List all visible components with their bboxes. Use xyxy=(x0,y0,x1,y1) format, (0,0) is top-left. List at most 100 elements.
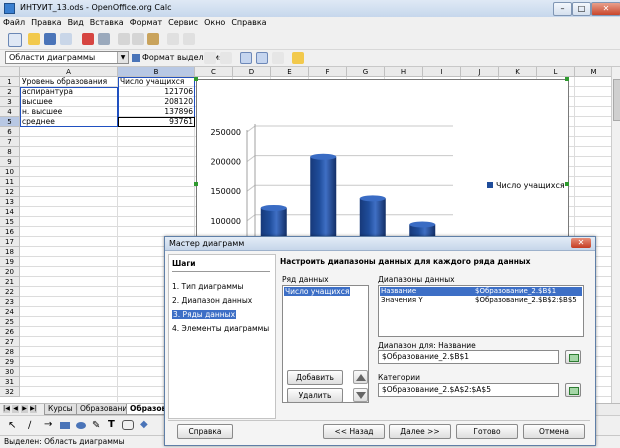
cell-b3[interactable]: 208120 xyxy=(120,97,193,107)
column-header[interactable]: C xyxy=(195,67,233,77)
cell-a5[interactable]: среднее xyxy=(22,117,116,127)
rectangle-icon[interactable] xyxy=(60,422,70,429)
next-button[interactable]: Далее >> xyxy=(389,424,451,439)
copy-icon[interactable] xyxy=(132,33,144,45)
close-icon[interactable]: ✕ xyxy=(571,238,591,248)
row-header[interactable]: 28 xyxy=(0,347,20,357)
row-header[interactable]: 5 xyxy=(0,117,20,127)
row-header[interactable]: 19 xyxy=(0,257,20,267)
row-header[interactable]: 12 xyxy=(0,187,20,197)
categories-input[interactable]: $Образование_2.$A$2:$A$5 xyxy=(378,383,559,397)
row-header[interactable]: 27 xyxy=(0,337,20,347)
legend-toggle-icon[interactable] xyxy=(256,52,268,64)
select-arrow-icon[interactable]: ↖ xyxy=(8,420,16,431)
chart-handle-mid-right[interactable] xyxy=(565,182,569,186)
range-row[interactable]: Значения Y $Образование_2.$B$2:$B$5 xyxy=(380,296,582,305)
last-sheet-icon[interactable]: ▶| xyxy=(30,405,37,413)
pencil-icon[interactable]: ✎ xyxy=(92,420,100,431)
cancel-button[interactable]: Отмена xyxy=(523,424,585,439)
row-header[interactable]: 24 xyxy=(0,307,20,317)
series-item[interactable]: Число учащихся xyxy=(284,287,351,296)
redo-icon[interactable] xyxy=(183,33,195,45)
row-header[interactable]: 30 xyxy=(0,367,20,377)
column-header[interactable]: M xyxy=(575,67,612,77)
row-header[interactable]: 11 xyxy=(0,177,20,187)
sheet-tab[interactable]: Курсы xyxy=(44,404,77,415)
row-header[interactable]: 29 xyxy=(0,357,20,367)
step-data-range[interactable]: 2. Диапазон данных xyxy=(172,296,252,305)
menu-help[interactable]: Справка xyxy=(228,17,269,27)
menu-file[interactable]: Файл xyxy=(0,17,28,27)
cell-b4[interactable]: 137896 xyxy=(120,107,193,117)
row-header[interactable]: 21 xyxy=(0,277,20,287)
step-data-series[interactable]: 3. Ряды данных xyxy=(172,310,237,319)
select-all-corner[interactable] xyxy=(0,67,20,77)
horizontal-grid-icon[interactable] xyxy=(240,52,252,64)
cut-icon[interactable] xyxy=(118,33,130,45)
basic-shapes-icon[interactable]: ◆ xyxy=(140,419,148,430)
finish-button[interactable]: Готово xyxy=(456,424,518,439)
chart-type-icon[interactable] xyxy=(204,52,216,64)
dialog-title-bar[interactable]: Мастер диаграмм ✕ xyxy=(165,237,595,251)
cell-a3[interactable]: высшее xyxy=(22,97,116,107)
print-icon[interactable] xyxy=(98,33,110,45)
back-button[interactable]: << Назад xyxy=(323,424,385,439)
cell-a4[interactable]: н. высшее xyxy=(22,107,116,117)
embedded-chart[interactable]: 25000020000015000010000050000Число учащи… xyxy=(196,79,569,241)
range-for-input[interactable]: $Образование_2.$B$1 xyxy=(378,350,559,364)
row-header[interactable]: 2 xyxy=(0,87,20,97)
row-header[interactable]: 26 xyxy=(0,327,20,337)
move-up-button[interactable] xyxy=(353,370,368,384)
row-header[interactable]: 32 xyxy=(0,387,20,397)
text-icon[interactable]: T xyxy=(108,419,115,430)
data-table-icon[interactable] xyxy=(220,52,232,64)
chart-element-select[interactable]: Области диаграммы ▼ xyxy=(5,51,129,64)
row-header[interactable]: 3 xyxy=(0,97,20,107)
step-chart-elements[interactable]: 4. Элементы диаграммы xyxy=(172,324,269,333)
row-header[interactable]: 8 xyxy=(0,147,20,157)
first-sheet-icon[interactable]: |◀ xyxy=(3,405,10,413)
cell-a1[interactable]: Уровень образования xyxy=(22,77,116,87)
chart-handle-mid-left[interactable] xyxy=(194,182,198,186)
undo-icon[interactable] xyxy=(167,33,179,45)
row-header[interactable]: 20 xyxy=(0,267,20,277)
row-header[interactable]: 9 xyxy=(0,157,20,167)
column-header[interactable]: L xyxy=(537,67,575,77)
row-header[interactable]: 15 xyxy=(0,217,20,227)
next-sheet-icon[interactable]: ▶ xyxy=(21,405,28,413)
help-button[interactable]: Справка xyxy=(177,424,233,439)
cell-a2[interactable]: аспирантура xyxy=(22,87,116,97)
remove-series-button[interactable]: Удалить xyxy=(287,388,343,403)
row-header[interactable]: 7 xyxy=(0,137,20,147)
row-header[interactable]: 14 xyxy=(0,207,20,217)
cell-b5[interactable]: 93761 xyxy=(120,117,193,127)
column-header[interactable]: A xyxy=(20,67,118,77)
select-range-button[interactable] xyxy=(565,350,581,364)
row-header[interactable]: 23 xyxy=(0,297,20,307)
column-header[interactable]: K xyxy=(499,67,537,77)
chart-handle-top-right[interactable] xyxy=(565,77,569,81)
bar[interactable] xyxy=(260,204,287,240)
column-header[interactable]: F xyxy=(309,67,347,77)
row-header[interactable]: 10 xyxy=(0,167,20,177)
save-icon[interactable] xyxy=(44,33,56,45)
cell-b2[interactable]: 121706 xyxy=(120,87,193,97)
new-document-icon[interactable] xyxy=(8,33,22,47)
cell-b1[interactable]: Число учащихся xyxy=(120,77,193,87)
column-header[interactable]: G xyxy=(347,67,385,77)
data-series-list[interactable]: Число учащихся xyxy=(282,285,369,403)
column-header[interactable]: B xyxy=(118,67,195,77)
email-icon[interactable] xyxy=(60,33,72,45)
row-header[interactable]: 4 xyxy=(0,107,20,117)
row-header[interactable]: 13 xyxy=(0,197,20,207)
maximize-button[interactable]: □ xyxy=(572,2,591,16)
chevron-down-icon[interactable]: ▼ xyxy=(117,52,128,63)
callout-icon[interactable] xyxy=(122,420,134,430)
data-ranges-list[interactable]: Название $Образование_2.$B$1 Значения Y … xyxy=(378,285,584,337)
range-row-selected[interactable]: Название $Образование_2.$B$1 xyxy=(380,287,582,296)
column-header[interactable]: J xyxy=(461,67,499,77)
column-header[interactable]: H xyxy=(385,67,423,77)
column-header[interactable]: E xyxy=(271,67,309,77)
arrow-line-icon[interactable]: → xyxy=(44,419,52,430)
row-header[interactable]: 22 xyxy=(0,287,20,297)
